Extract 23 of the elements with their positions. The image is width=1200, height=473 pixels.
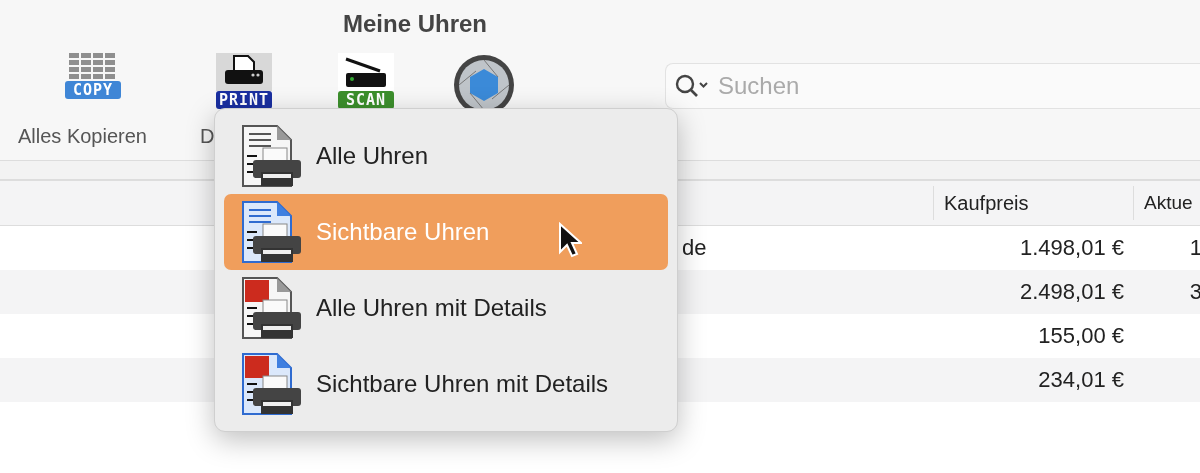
search-icon <box>674 73 710 99</box>
table-cell: de <box>682 235 707 261</box>
document-printer-icon <box>241 124 303 188</box>
column-header[interactable]: Kaufpreis <box>933 186 1133 220</box>
table-cell: 155,00 € <box>1038 323 1124 348</box>
table-cell: 2.498,01 € <box>1020 279 1124 304</box>
scanner-icon <box>338 53 394 91</box>
search-field[interactable]: Suchen <box>665 63 1200 109</box>
toolbar-button[interactable]: COPY Alles Kopieren <box>18 53 168 148</box>
cursor-icon <box>558 222 582 258</box>
table-cell: 1.498,01 € <box>1020 235 1124 260</box>
menu-item[interactable]: Sichtbare Uhren mit Details <box>224 346 668 422</box>
document-printer-icon <box>241 200 303 264</box>
document-printer-icon <box>241 352 303 416</box>
search-field[interactable]: Suchen <box>716 71 1120 101</box>
menu-item[interactable]: Alle Uhren mit Details <box>224 270 668 346</box>
document-printer-icon <box>241 276 303 340</box>
menu-item[interactable]: Alle Uhren <box>224 118 668 194</box>
window-title: Meine Uhren <box>342 10 488 39</box>
column-header[interactable]: Aktue <box>1133 186 1200 220</box>
table-cell: 234,01 € <box>1038 367 1124 392</box>
printer-icon <box>216 53 272 91</box>
grid-icon <box>69 53 117 81</box>
